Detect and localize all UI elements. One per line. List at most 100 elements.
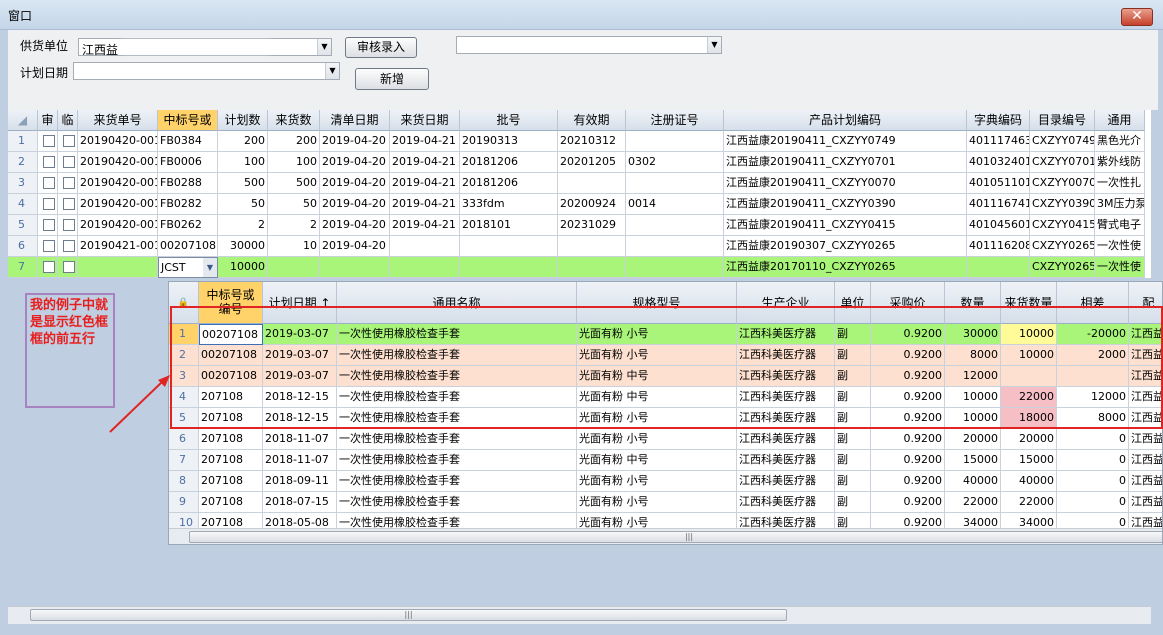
- popup-cell[interactable]: 22000: [945, 492, 1001, 513]
- popup-cell[interactable]: 光面有粉 中号: [577, 450, 737, 471]
- popup-cell[interactable]: 副: [835, 429, 871, 450]
- popup-cell[interactable]: 江西益: [1129, 450, 1162, 471]
- popup-cell[interactable]: 一次性使用橡胶检查手套: [337, 471, 577, 492]
- grid-cell[interactable]: 20181206: [460, 173, 558, 194]
- grid-cell[interactable]: [626, 131, 724, 152]
- grid-cell[interactable]: 江西益康20190411_CXZYY0390: [724, 194, 967, 215]
- grid-cell[interactable]: 2019-04-20: [320, 236, 390, 257]
- popup-cell[interactable]: 光面有粉 小号: [577, 471, 737, 492]
- grid-cell[interactable]: 20231029: [558, 215, 626, 236]
- popup-cell[interactable]: 0: [1057, 471, 1129, 492]
- grid-cell[interactable]: 20190420-001: [78, 173, 158, 194]
- popup-cell[interactable]: 20000: [945, 429, 1001, 450]
- popup-cell[interactable]: 0.9200: [871, 492, 945, 513]
- popup-cell[interactable]: 副: [835, 492, 871, 513]
- column-header[interactable]: 来货单号: [78, 110, 158, 131]
- row-checkbox[interactable]: [38, 131, 58, 152]
- row-checkbox[interactable]: [58, 131, 78, 152]
- grid-cell[interactable]: 江西益康20190307_CXZYY0265: [724, 236, 967, 257]
- row-checkbox[interactable]: [38, 152, 58, 173]
- close-button[interactable]: ✕: [1121, 8, 1153, 26]
- popup-horizontal-scrollbar[interactable]: |||: [169, 528, 1162, 544]
- grid-cell[interactable]: 臂式电子: [1095, 215, 1145, 236]
- grid-cell[interactable]: 2019-04-20: [320, 173, 390, 194]
- row-checkbox[interactable]: [38, 173, 58, 194]
- checkbox[interactable]: [63, 177, 75, 189]
- popup-cell[interactable]: 一次性使用橡胶检查手套: [337, 429, 577, 450]
- grid-cell[interactable]: 2019-04-21: [390, 215, 460, 236]
- grid-cell[interactable]: 一次性使: [1095, 257, 1145, 278]
- extra-combo[interactable]: ▼: [456, 36, 722, 54]
- new-button[interactable]: 新增: [355, 68, 429, 90]
- checkbox[interactable]: [43, 219, 55, 231]
- popup-cell[interactable]: 江西科美医疗器: [737, 471, 835, 492]
- popup-cell[interactable]: 0.9200: [871, 429, 945, 450]
- checkbox[interactable]: [43, 156, 55, 168]
- grid-cell[interactable]: 20201205: [558, 152, 626, 173]
- popup-cell[interactable]: 0: [1057, 450, 1129, 471]
- grid-cell[interactable]: 江西益康20190411_CXZYY0701: [724, 152, 967, 173]
- grid-cell[interactable]: 紫外线防: [1095, 152, 1145, 173]
- popup-cell[interactable]: 光面有粉 小号: [577, 429, 737, 450]
- column-header[interactable]: 批号: [460, 110, 558, 131]
- supplier-combo[interactable]: 江西益 ▼: [78, 38, 332, 57]
- grid-cell[interactable]: 2019-04-21: [390, 131, 460, 152]
- grid-cell[interactable]: 2: [218, 215, 268, 236]
- grid-cell[interactable]: [78, 257, 158, 278]
- grid-cell[interactable]: 3M压力泵: [1095, 194, 1145, 215]
- grid-cell[interactable]: 100: [218, 152, 268, 173]
- grid-cell[interactable]: 20210312: [558, 131, 626, 152]
- chevron-down-icon[interactable]: ▼: [317, 39, 331, 55]
- grid-cell[interactable]: 20200924: [558, 194, 626, 215]
- grid-cell[interactable]: 50: [268, 194, 320, 215]
- popup-cell[interactable]: 2018-07-15: [263, 492, 337, 513]
- grid-cell[interactable]: 30000: [218, 236, 268, 257]
- plan-date-combo[interactable]: ▼: [73, 62, 340, 80]
- grid-cell[interactable]: [626, 257, 724, 278]
- popup-cell[interactable]: 22000: [1001, 492, 1057, 513]
- column-header[interactable]: 来货日期: [390, 110, 460, 131]
- grid-cell[interactable]: 2018101: [460, 215, 558, 236]
- popup-cell[interactable]: 江西益: [1129, 429, 1162, 450]
- grid-cell[interactable]: [268, 257, 320, 278]
- grid-cell[interactable]: 401116741: [967, 194, 1030, 215]
- checkbox[interactable]: [63, 219, 75, 231]
- grid-cell[interactable]: 20190420-001: [78, 152, 158, 173]
- checkbox[interactable]: [63, 240, 75, 252]
- grid-cell[interactable]: CXZYY0701: [1030, 152, 1095, 173]
- column-header[interactable]: 临: [58, 110, 78, 131]
- grid-cell[interactable]: 2019-04-20: [320, 194, 390, 215]
- popup-cell[interactable]: 20000: [1001, 429, 1057, 450]
- grid-cell[interactable]: 0014: [626, 194, 724, 215]
- grid-cell[interactable]: [626, 173, 724, 194]
- checkbox[interactable]: [43, 177, 55, 189]
- grid-cell[interactable]: CXZYY0070: [1030, 173, 1095, 194]
- column-header[interactable]: 产品计划编码: [724, 110, 967, 131]
- grid-cell[interactable]: [390, 257, 460, 278]
- grid-cell[interactable]: CXZYY0390: [1030, 194, 1095, 215]
- grid-cell[interactable]: 200: [218, 131, 268, 152]
- row-number[interactable]: 7: [169, 450, 199, 471]
- column-header[interactable]: 中标号或: [158, 110, 218, 131]
- row-number[interactable]: 8: [169, 471, 199, 492]
- grid-cell[interactable]: 20181206: [460, 152, 558, 173]
- checkbox[interactable]: [43, 198, 55, 210]
- grid-cell[interactable]: [558, 257, 626, 278]
- popup-cell[interactable]: 江西益: [1129, 492, 1162, 513]
- column-header[interactable]: 计划数: [218, 110, 268, 131]
- popup-cell[interactable]: 0: [1057, 429, 1129, 450]
- row-checkbox[interactable]: [58, 257, 78, 278]
- popup-cell[interactable]: 江西科美医疗器: [737, 492, 835, 513]
- grid-cell[interactable]: 20190420-001: [78, 194, 158, 215]
- grid-cell[interactable]: 一次性使: [1095, 236, 1145, 257]
- grid-cell[interactable]: 江西益康20170110_CXZYY0265: [724, 257, 967, 278]
- row-checkbox[interactable]: [38, 215, 58, 236]
- grid-cell[interactable]: 401051101: [967, 173, 1030, 194]
- column-header[interactable]: 注册证号: [626, 110, 724, 131]
- popup-cell[interactable]: 207108: [199, 429, 263, 450]
- popup-cell[interactable]: 江西益: [1129, 471, 1162, 492]
- popup-cell[interactable]: 副: [835, 471, 871, 492]
- grid-cell[interactable]: 江西益康20190411_CXZYY0070: [724, 173, 967, 194]
- grid-cell[interactable]: 0302: [626, 152, 724, 173]
- row-number[interactable]: 6: [169, 429, 199, 450]
